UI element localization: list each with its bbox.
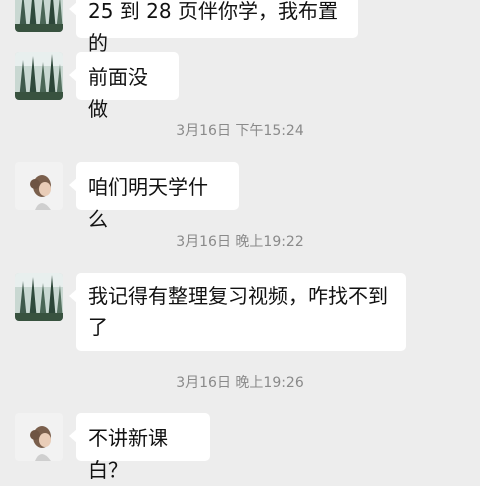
girl-avatar[interactable] <box>15 162 63 210</box>
message-row: 我记得有整理复习视频，咋找不到了 <box>0 273 480 351</box>
message-row: 前面没做 <box>0 52 480 121</box>
message-bubble[interactable]: 咱们明天学什么 <box>69 162 239 231</box>
message-bubble[interactable]: 我记得有整理复习视频，咋找不到了 <box>69 273 406 351</box>
girl-avatar[interactable] <box>15 413 63 461</box>
message-bubble[interactable]: 不讲新课白？ <box>69 413 210 482</box>
timestamp: 3月16日 晚上19:26 <box>176 375 304 391</box>
forest-avatar[interactable] <box>15 273 63 321</box>
timestamp: 3月16日 晚上19:22 <box>176 234 304 250</box>
message-row: 不讲新课白？ <box>0 413 480 482</box>
message-bubble[interactable]: 前面没做 <box>69 52 179 121</box>
message-bubble[interactable]: 25 到 28 页伴你学，我布置的 <box>69 0 358 55</box>
timestamp: 3月16日 下午15:24 <box>176 123 304 139</box>
forest-avatar[interactable] <box>15 52 63 100</box>
forest-avatar[interactable] <box>15 0 63 32</box>
chat-conversation: 25 到 28 页伴你学，我布置的 前面没做 3月16日 下午15:24 咱们明… <box>0 0 480 482</box>
message-row: 25 到 28 页伴你学，我布置的 <box>0 0 480 55</box>
message-row: 咱们明天学什么 <box>0 162 480 231</box>
